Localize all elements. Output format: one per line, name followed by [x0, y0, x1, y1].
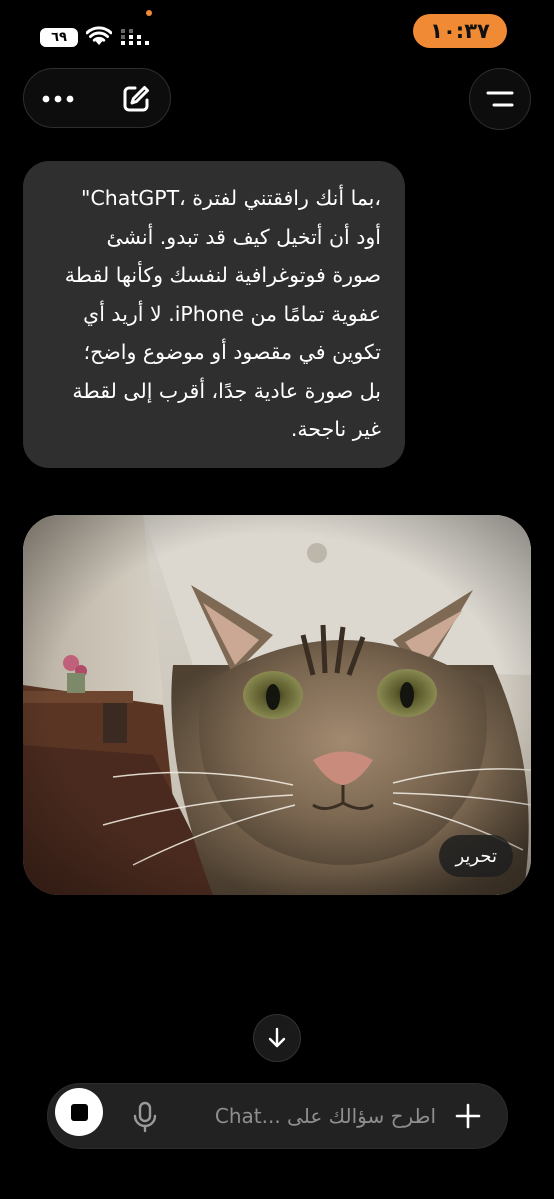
- more-options-button[interactable]: [38, 79, 78, 119]
- cellular-signal-icon: [121, 29, 149, 45]
- new-chat-button[interactable]: [116, 79, 156, 119]
- message-line: أود أن أتخيل كيف قد تبدو. أنشئ: [106, 224, 382, 249]
- wifi-icon: [86, 26, 112, 45]
- battery-level: ٦٩: [51, 30, 67, 45]
- message-line: صورة فوتوغرافية لنفسك وكأنها لقطة: [64, 263, 381, 287]
- ellipsis-icon: [42, 95, 74, 103]
- message-line: بل صورة عادية جدًا، أقرب إلى لقطة: [72, 378, 381, 403]
- compose-icon: [123, 86, 149, 112]
- menu-button[interactable]: [469, 68, 531, 130]
- user-message-text: "ChatGPT، بما أنك رافقتني لفترة، أود أن …: [45, 179, 381, 449]
- status-time: ١٠:٣٧: [413, 14, 507, 48]
- time-text: ١٠:٣٧: [430, 19, 490, 43]
- scroll-to-bottom-button[interactable]: [253, 1014, 301, 1062]
- edit-image-button[interactable]: تحرير: [439, 835, 513, 877]
- message-line: تكوين في مقصود أو موضوع واضح؛: [83, 340, 381, 364]
- plus-icon[interactable]: [450, 1098, 486, 1134]
- message-line: "ChatGPT، بما أنك رافقتني لفترة،: [81, 186, 381, 210]
- composer-input[interactable]: اطرح سؤالك على ...Chat: [170, 1100, 436, 1132]
- user-message-bubble: "ChatGPT، بما أنك رافقتني لفترة، أود أن …: [23, 161, 405, 468]
- stop-generation-button[interactable]: [55, 1088, 103, 1136]
- generated-image[interactable]: تحرير: [23, 515, 531, 895]
- header-actions-pill: [23, 68, 171, 128]
- arrow-down-icon: [268, 1027, 286, 1048]
- battery-indicator: ٦٩: [40, 28, 78, 47]
- message-line: غير ناجحة.: [290, 417, 381, 441]
- stop-icon: [70, 1103, 88, 1121]
- hamburger-icon: [486, 91, 514, 107]
- edit-label: تحرير: [455, 845, 497, 867]
- message-line: عفوية تمامًا من iPhone. لا أريد أي: [83, 301, 381, 326]
- composer-placeholder: اطرح سؤالك على ...Chat: [214, 1104, 436, 1128]
- recording-indicator-dot: [146, 10, 152, 16]
- microphone-icon[interactable]: [131, 1101, 159, 1133]
